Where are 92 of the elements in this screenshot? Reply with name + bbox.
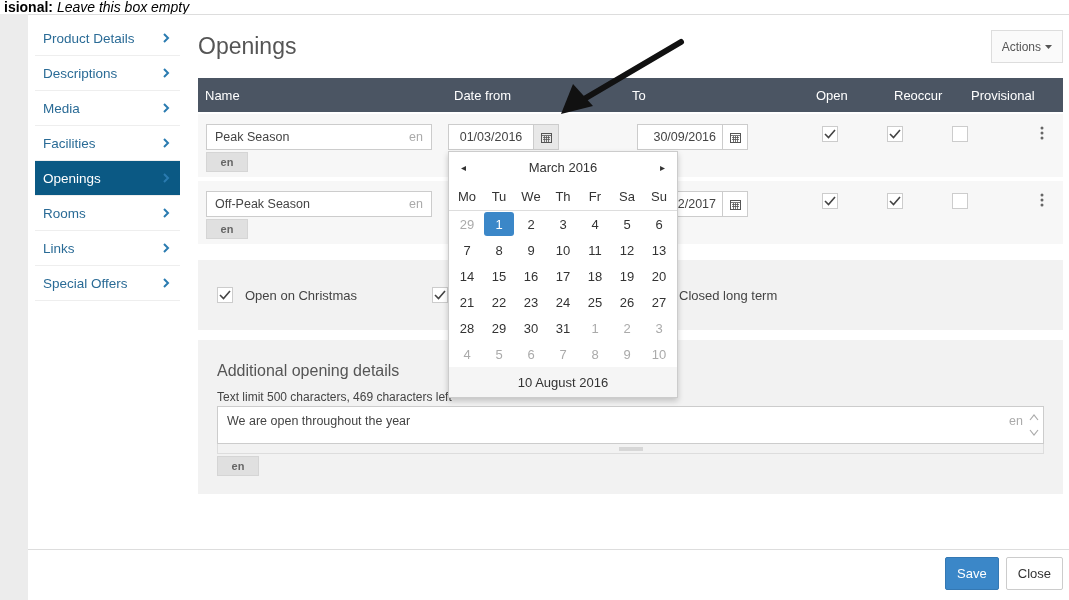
calendar-day[interactable]: 19: [612, 264, 642, 288]
calendar-day[interactable]: 13: [644, 238, 674, 262]
page-title: Openings: [198, 33, 297, 60]
calendar-icon: [729, 198, 741, 210]
calendar-day[interactable]: 23: [516, 290, 546, 314]
calendar-day[interactable]: 29: [484, 316, 514, 340]
column-header: Date from: [453, 87, 513, 103]
sidebar-item[interactable]: Media: [35, 91, 180, 126]
open-checkbox[interactable]: [822, 126, 838, 142]
calendar-icon: [729, 131, 741, 143]
calendar-day[interactable]: 4: [580, 212, 610, 236]
calendar-day[interactable]: 31: [548, 316, 578, 340]
calendar-day[interactable]: 10: [548, 238, 578, 262]
name-input-field[interactable]: Off-Peak Season en: [206, 191, 432, 217]
reoccur-checkbox[interactable]: [887, 193, 903, 209]
calendar-day[interactable]: 18: [580, 264, 610, 288]
date-from-field[interactable]: 01/03/2016: [448, 124, 559, 150]
footer-button[interactable]: Save: [945, 556, 999, 590]
calendar-day[interactable]: 27: [644, 290, 674, 314]
calendar-day[interactable]: 1: [484, 212, 514, 236]
calendar-day[interactable]: 22: [484, 290, 514, 314]
calendar-day[interactable]: 30: [516, 316, 546, 340]
weekday-label: Sa: [618, 188, 636, 204]
sidebar-item[interactable]: Special Offers: [35, 266, 180, 301]
option-label: Open on Christmas: [245, 287, 357, 303]
reoccur-checkbox[interactable]: [887, 126, 903, 142]
calendar-day[interactable]: 2: [516, 212, 546, 236]
sidebar-item[interactable]: Openings: [35, 161, 180, 196]
footer-button[interactable]: Close: [1005, 556, 1063, 590]
sidebar-item[interactable]: Descriptions: [35, 56, 180, 91]
chevron-right-icon: [163, 33, 170, 43]
calendar-day[interactable]: 17: [548, 264, 578, 288]
calendar-day[interactable]: 26: [612, 290, 642, 314]
column-header: Name: [204, 87, 241, 103]
chevron-right-icon: [163, 278, 170, 288]
chevron-right-icon: [163, 173, 170, 183]
month-title[interactable]: March 2016: [528, 159, 598, 175]
more-options-icon[interactable]: [1039, 193, 1044, 207]
calendar-day[interactable]: 15: [484, 264, 514, 288]
sidebar-item[interactable]: Rooms: [35, 196, 180, 231]
scroll-arrows-icon: [1029, 412, 1039, 438]
chevron-right-icon: [163, 103, 170, 113]
calendar-day[interactable]: 21: [452, 290, 482, 314]
option-label: Closed long term: [679, 287, 778, 303]
column-header: To: [632, 87, 647, 103]
chevron-right-icon: [163, 138, 170, 148]
provisional-checkbox[interactable]: [952, 126, 968, 142]
calendar-day[interactable]: 8: [484, 238, 514, 262]
weekday-label: Th: [554, 188, 572, 204]
calendar-day[interactable]: 24: [548, 290, 578, 314]
weekday-label: Mo: [456, 188, 478, 204]
language-tag: en: [206, 152, 248, 172]
language-tag: en: [217, 456, 259, 476]
resize-grip-icon[interactable]: [618, 446, 643, 451]
sidebar-item[interactable]: Product Details: [35, 21, 180, 56]
section-title: Additional opening details: [217, 362, 401, 380]
column-header: Provisional: [970, 87, 1036, 103]
weekday-label: Tu: [490, 188, 508, 204]
option-checkbox[interactable]: [432, 287, 448, 303]
weekday-label: We: [520, 188, 542, 204]
calendar-day[interactable]: 25: [580, 290, 610, 314]
caret-icon: [1045, 44, 1052, 49]
details-text-area[interactable]: We are open throughout the year en: [217, 406, 1044, 444]
date-to-field[interactable]: 30/09/2016: [637, 124, 748, 150]
weekday-label: Fr: [587, 188, 603, 204]
sidebar-item[interactable]: Links: [35, 231, 180, 266]
actions-button[interactable]: Actions: [990, 30, 1063, 63]
chevron-right-icon: [163, 208, 170, 218]
weekday-label: Su: [650, 188, 668, 204]
calendar-day[interactable]: 28: [452, 316, 482, 340]
chevron-right-icon: [163, 68, 170, 78]
option-checkbox[interactable]: [217, 287, 233, 303]
calendar-day[interactable]: 3: [548, 212, 578, 236]
calendar-day[interactable]: 16: [516, 264, 546, 288]
calendar-icon: [540, 131, 552, 143]
column-header: Reoccur: [893, 87, 944, 103]
open-checkbox[interactable]: [822, 193, 838, 209]
next-month-button[interactable]: ▸: [660, 161, 665, 173]
calendar-day[interactable]: 14: [452, 264, 482, 288]
provisional-checkbox[interactable]: [952, 193, 968, 209]
language-tag: en: [206, 219, 248, 239]
calendar-day[interactable]: 11: [580, 238, 610, 262]
heading-text: isional: Leave this box empty: [3, 0, 191, 14]
calendar-day[interactable]: 20: [644, 264, 674, 288]
column-header: Open: [815, 87, 849, 103]
more-options-icon[interactable]: [1039, 126, 1044, 140]
calendar-day[interactable]: 9: [516, 238, 546, 262]
name-input-field[interactable]: Peak Season en: [206, 124, 432, 150]
chevron-right-icon: [163, 243, 170, 253]
calendar-day[interactable]: 7: [452, 238, 482, 262]
calendar-day[interactable]: 12: [612, 238, 642, 262]
previous-month-button[interactable]: ◂: [461, 161, 466, 173]
